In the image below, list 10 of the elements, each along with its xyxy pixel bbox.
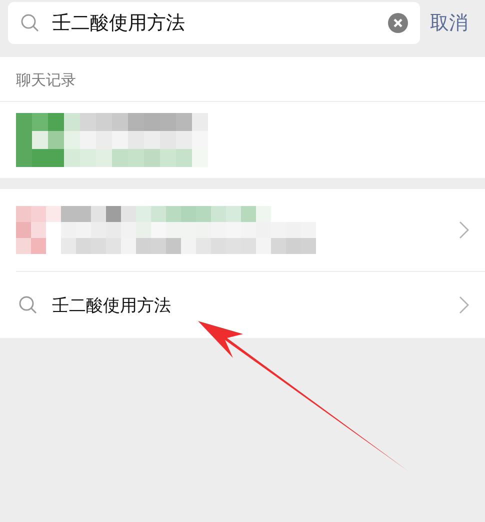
search-icon (18, 295, 38, 315)
cancel-button[interactable]: 取消 (430, 10, 468, 36)
chevron-icon (459, 296, 469, 314)
section-title: 聊天记录 (0, 57, 485, 102)
search-icon (20, 13, 40, 33)
clear-icon[interactable] (388, 13, 408, 33)
search-field[interactable]: 壬二酸使用方法 (8, 2, 420, 44)
suggestion-text: 壬二酸使用方法 (52, 294, 172, 316)
search-text: 壬二酸使用方法 (52, 11, 186, 36)
chevron-icon (459, 221, 469, 239)
